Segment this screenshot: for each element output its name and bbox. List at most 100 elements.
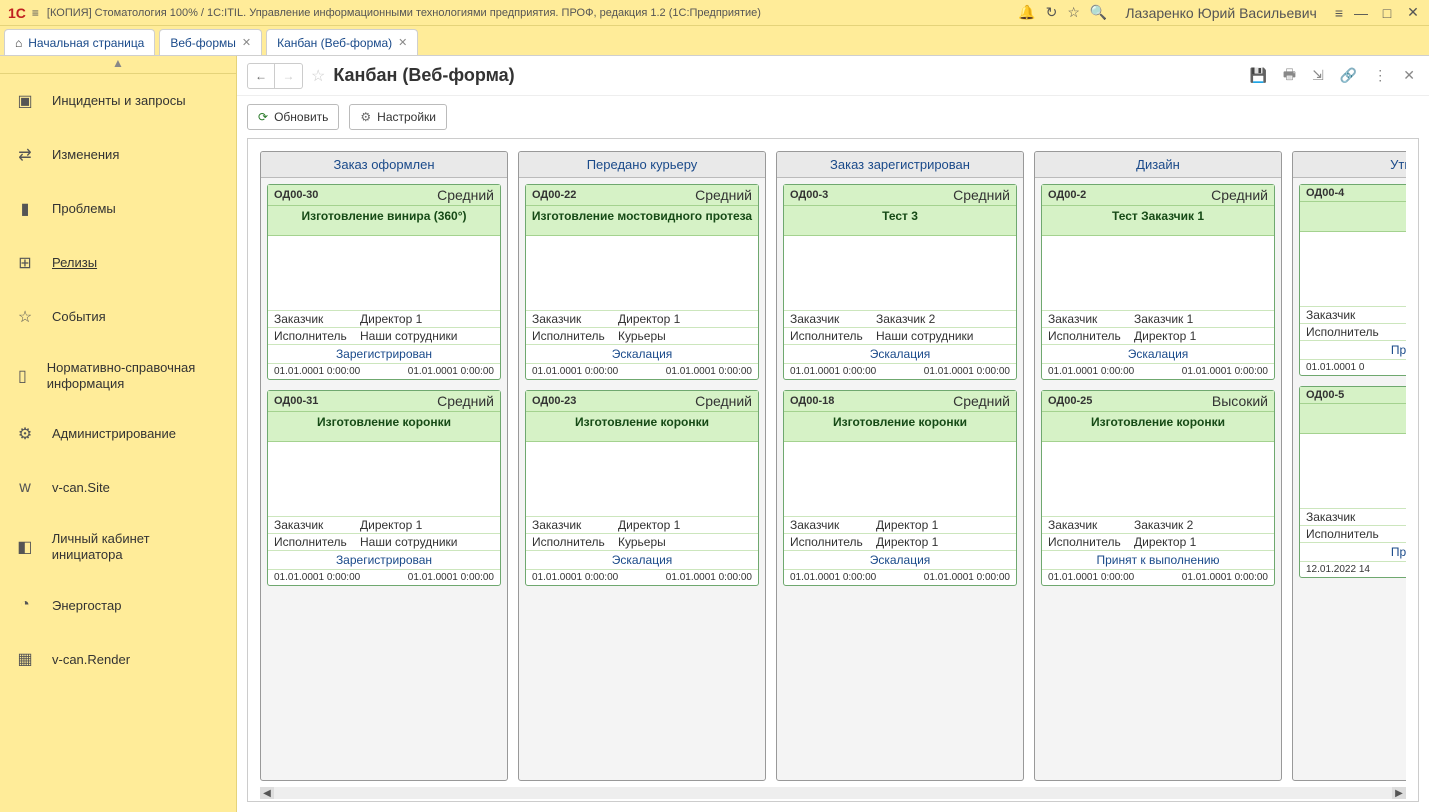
card-customer-label: Заказчик	[274, 312, 360, 326]
print-icon[interactable]: 🖶	[1279, 64, 1300, 88]
column-body[interactable]: ОД00-3СреднийТест 3ЗаказчикЗаказчик 2Исп…	[777, 178, 1023, 780]
card-customer: Заказчик 2	[876, 312, 1010, 326]
user-name[interactable]: Лазаренко Юрий Васильевич	[1125, 5, 1317, 21]
history-icon[interactable]: ↻	[1046, 4, 1058, 21]
page-title: Канбан (Веб-форма)	[333, 65, 514, 86]
kanban-card[interactable]: ОД00-31СреднийИзготовление коронкиЗаказч…	[267, 390, 501, 586]
card-status-link[interactable]: Принят к выполнению	[1042, 550, 1274, 569]
scroll-left-icon[interactable]: ◀	[260, 787, 274, 799]
kanban-card[interactable]: ОД00-30СреднийИзготовление винира (360°)…	[267, 184, 501, 380]
kanban-card[interactable]: ОД00-5ЗаказчикИсполнительПринят в12.01.2…	[1299, 386, 1406, 578]
button-label: Обновить	[274, 110, 328, 124]
sidebar-item-8[interactable]: ◧Личный кабинет инициатора	[0, 515, 236, 578]
card-title: Изготовление коронки	[526, 412, 758, 442]
refresh-button[interactable]: ⟳ Обновить	[247, 104, 339, 130]
card-priority: Средний	[953, 393, 1010, 409]
favorite-icon[interactable]: ☆	[311, 66, 325, 86]
close-icon[interactable]: ✕	[1399, 67, 1419, 84]
card-customer: Заказчик 2	[1134, 518, 1268, 532]
card-priority: Средний	[437, 393, 494, 409]
sidebar-item-2[interactable]: ▮Проблемы	[0, 182, 236, 236]
link-icon[interactable]: 🔗	[1336, 67, 1361, 84]
kanban-card[interactable]: ОД00-22СреднийИзготовление мостовидного …	[525, 184, 759, 380]
sidebar-item-label: Нормативно-справочная информация	[47, 360, 222, 391]
column-body[interactable]: ОД00-4МЗаказчикИсполнительПринят в01.01.…	[1293, 178, 1406, 780]
minimize-icon[interactable]: —	[1353, 5, 1369, 21]
sidebar-item-7[interactable]: wv-can.Site	[0, 461, 236, 515]
card-date-end: 01.01.0001 0:00:00	[408, 572, 494, 583]
card-customer	[1392, 308, 1406, 322]
card-customer: Директор 1	[360, 518, 494, 532]
export-icon[interactable]: ⇲	[1308, 67, 1328, 84]
kanban-card[interactable]: ОД00-23СреднийИзготовление коронкиЗаказч…	[525, 390, 759, 586]
nav-back-button[interactable]: ←	[247, 63, 275, 89]
card-priority: Средний	[953, 187, 1010, 203]
events-icon: ☆	[14, 306, 36, 328]
more-icon[interactable]: ⋮	[1369, 67, 1391, 84]
maximize-icon[interactable]: □	[1379, 5, 1395, 21]
column-body[interactable]: ОД00-22СреднийИзготовление мостовидного …	[519, 178, 765, 780]
card-executor-label: Исполнитель	[532, 329, 618, 343]
card-customer	[1392, 510, 1406, 524]
filter-icon[interactable]: ≡	[1335, 5, 1343, 21]
card-status-link[interactable]: Зарегистрирован	[268, 344, 500, 363]
card-status-link[interactable]: Зарегистрирован	[268, 550, 500, 569]
settings-button[interactable]: ⚙ Настройки	[349, 104, 447, 130]
column-body[interactable]: ОД00-30СреднийИзготовление винира (360°)…	[261, 178, 507, 780]
card-status-link[interactable]: Эскалация	[526, 550, 758, 569]
kanban-card[interactable]: ОД00-18СреднийИзготовление коронкиЗаказч…	[783, 390, 1017, 586]
sidebar-item-6[interactable]: ⚙Администрирование	[0, 407, 236, 461]
close-icon[interactable]: ✕	[242, 36, 251, 49]
card-customer: Директор 1	[618, 518, 752, 532]
scroll-right-icon[interactable]: ▶	[1392, 787, 1406, 799]
sidebar-item-1[interactable]: ⇄Изменения	[0, 128, 236, 182]
sidebar-item-0[interactable]: ▣Инциденты и запросы	[0, 74, 236, 128]
card-status-link[interactable]: Эскалация	[784, 344, 1016, 363]
sidebar-item-5[interactable]: ▯Нормативно-справочная информация	[0, 344, 236, 407]
tab-webforms[interactable]: Веб-формы ✕	[159, 29, 262, 55]
card-executor: Курьеры	[618, 329, 752, 343]
star-icon[interactable]: ☆	[1067, 4, 1080, 21]
tab-home[interactable]: ⌂ Начальная страница	[4, 29, 155, 55]
card-executor-label: Исполнитель	[790, 329, 876, 343]
card-date-end: 01.01.0001 0:00:00	[924, 572, 1010, 583]
menu-icon[interactable]: ≡	[32, 6, 39, 20]
kanban-card[interactable]: ОД00-4МЗаказчикИсполнительПринят в01.01.…	[1299, 184, 1406, 376]
card-executor: Директор 1	[1134, 535, 1268, 549]
save-icon[interactable]: 💾	[1245, 67, 1270, 84]
column-title: Дизайн	[1035, 152, 1281, 178]
sidebar-item-4[interactable]: ☆События	[0, 290, 236, 344]
card-id: ОД00-4	[1306, 187, 1344, 199]
card-priority: Средний	[1211, 187, 1268, 203]
tab-kanban[interactable]: Канбан (Веб-форма) ✕	[266, 29, 418, 55]
search-icon[interactable]: 🔍	[1090, 4, 1107, 21]
card-customer-label: Заказчик	[1306, 308, 1392, 322]
card-date-start: 01.01.0001 0	[1306, 362, 1364, 373]
sidebar-item-9[interactable]: ◔Энергостар	[0, 578, 236, 632]
card-status-link[interactable]: Эскалация	[1042, 344, 1274, 363]
sidebar-item-label: Инциденты и запросы	[52, 93, 186, 109]
close-icon[interactable]: ✕	[398, 36, 407, 49]
nav-forward-button[interactable]: →	[275, 63, 303, 89]
sidebar-collapse[interactable]: ▲	[0, 56, 236, 74]
horizontal-scrollbar[interactable]: ◀ ▶	[260, 787, 1406, 799]
card-status-link[interactable]: Эскалация	[526, 344, 758, 363]
tab-label: Веб-формы	[170, 36, 236, 50]
column-body[interactable]: ОД00-2СреднийТест Заказчик 1ЗаказчикЗака…	[1035, 178, 1281, 780]
card-date-end: 01.01.0001 0:00:00	[666, 572, 752, 583]
close-icon[interactable]: ✕	[1405, 4, 1421, 21]
sidebar-item-3[interactable]: ⊞Релизы	[0, 236, 236, 290]
card-id: ОД00-18	[790, 395, 834, 407]
kanban-card[interactable]: ОД00-25ВысокийИзготовление коронкиЗаказч…	[1041, 390, 1275, 586]
card-date-start: 12.01.2022 14	[1306, 564, 1370, 575]
bell-icon[interactable]: 🔔	[1018, 4, 1035, 21]
kanban-card[interactable]: ОД00-2СреднийТест Заказчик 1ЗаказчикЗака…	[1041, 184, 1275, 380]
card-status-link[interactable]: Принят в	[1300, 340, 1406, 359]
card-id: ОД00-5	[1306, 389, 1344, 401]
card-status-link[interactable]: Принят в	[1300, 542, 1406, 561]
card-status-link[interactable]: Эскалация	[784, 550, 1016, 569]
card-title: Изготовление коронки	[784, 412, 1016, 442]
kanban-board[interactable]: Заказ оформленОД00-30СреднийИзготовление…	[260, 151, 1406, 781]
kanban-card[interactable]: ОД00-3СреднийТест 3ЗаказчикЗаказчик 2Исп…	[783, 184, 1017, 380]
sidebar-item-10[interactable]: ▦v-can.Render	[0, 632, 236, 686]
